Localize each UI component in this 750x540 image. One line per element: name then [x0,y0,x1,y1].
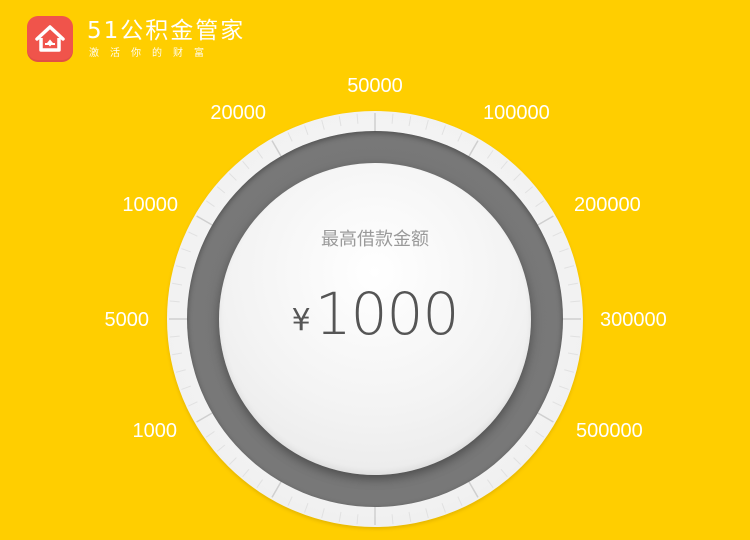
scale-label-10000[interactable]: 10000 [86,193,178,217]
max-loan-caption: 最高借款金额 [321,229,429,250]
scale-label-50000[interactable]: 50000 [325,74,425,98]
currency-symbol: ¥ [291,303,311,338]
scale-label-500000[interactable]: 500000 [576,419,643,443]
scale-label-5000[interactable]: 5000 [79,308,150,332]
selected-amount-value: 1000 [314,280,460,348]
scale-label-200000[interactable]: 200000 [574,193,641,217]
selected-amount-display: ¥1000 [219,280,531,348]
loan-amount-dial[interactable]: 1000 5000 10000 20000 50000 100000 20000… [0,0,750,540]
scale-label-300000[interactable]: 300000 [600,308,667,332]
